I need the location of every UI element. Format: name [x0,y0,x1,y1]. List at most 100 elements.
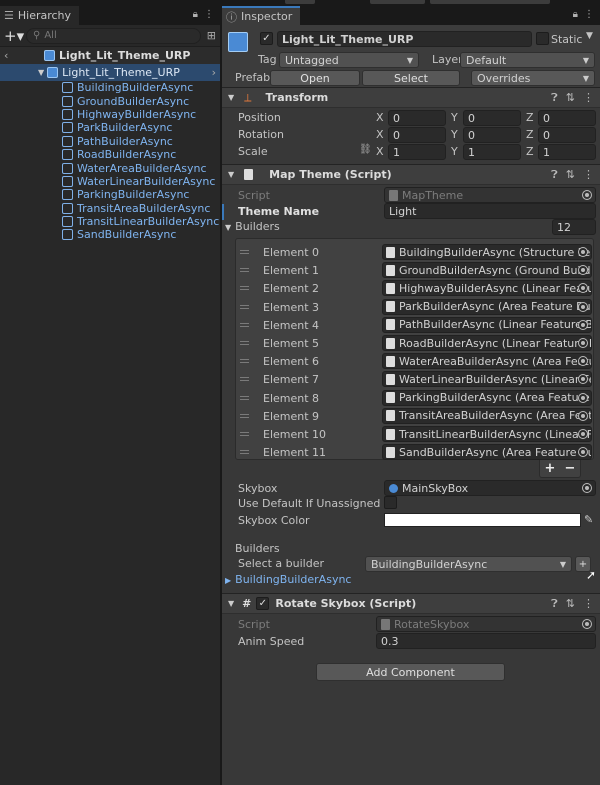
static-dropdown-icon[interactable]: ▼ [586,31,593,41]
element-object-field[interactable]: TransitAreaBuilderAsync (Area Feature Bu… [382,407,592,424]
help-icon[interactable]: ❓︎ [551,597,558,611]
drag-handle-icon[interactable] [240,432,249,436]
add-component-button[interactable]: Add Component [316,663,505,681]
drag-handle-icon[interactable] [240,395,249,400]
list-element-row[interactable]: Element 10 TransitLinearBuilderAsync (Lin… [236,425,593,443]
theme-name-field[interactable]: Light [384,203,596,219]
object-name-field[interactable]: Light_Lit_Theme_URP [277,31,532,47]
help-icon[interactable]: ❓︎ [551,168,558,182]
element-object-field[interactable]: RoadBuilderAsync (Linear Feature Builder… [382,335,592,351]
list-element-row[interactable]: Element 8 ParkingBuilderAsync (Area Featu… [236,389,593,407]
create-plus-icon[interactable]: +▾ [4,27,26,45]
prefab-open-button[interactable]: Open [270,70,360,86]
tab-hierarchy[interactable]: ☰ Hierarchy [0,6,80,25]
layer-dropdown[interactable]: Default ▼ [460,52,595,68]
list-element-row[interactable]: Element 7 WaterLinearBuilderAsync (Linear… [236,370,593,388]
drag-handle-icon[interactable] [240,413,249,418]
more-options-icon[interactable]: ⋮ [584,9,594,20]
builder-foldout[interactable]: ▶ BuildingBuilderAsync [225,573,351,586]
search-options-icon[interactable]: ⊞ [207,29,216,42]
drag-handle-icon[interactable] [240,341,249,345]
transform-y-field[interactable]: 0 [463,127,521,143]
hierarchy-item[interactable]: HighwayBuilderAsync [0,108,220,121]
foldout-arrow-icon[interactable]: ▼ [228,93,234,102]
transform-x-field[interactable]: 0 [388,127,446,143]
hierarchy-item[interactable]: SandBuilderAsync [0,228,220,241]
builders-size-field[interactable]: 12 [552,219,596,235]
use-default-checkbox[interactable] [384,496,397,509]
list-element-row[interactable]: Element 9 TransitAreaBuilderAsync (Area F… [236,407,593,425]
object-picker-icon[interactable] [578,247,588,257]
drag-handle-icon[interactable] [240,450,249,455]
expand-arrow-icon[interactable]: ▼ [38,68,44,77]
chevron-right-icon[interactable]: › [212,66,216,79]
help-icon[interactable]: ❓︎ [551,91,558,105]
hierarchy-search-input[interactable]: ⚲ All [26,27,201,44]
scene-header-row[interactable]: ‹ Light_Lit_Theme_URP [0,47,220,64]
more-options-icon[interactable]: ⋮ [583,91,594,105]
list-element-row[interactable]: Element 4 PathBuilderAsync (Linear Featur… [236,316,593,334]
list-element-row[interactable]: Element 5 RoadBuilderAsync (Linear Featur… [236,334,593,352]
drag-handle-icon[interactable] [240,377,249,382]
object-picker-icon[interactable] [578,301,588,312]
transform-y-field[interactable]: 0 [463,110,521,126]
preset-icon[interactable]: ⇅ [566,597,575,611]
toolbar-button[interactable] [370,0,425,4]
object-picker-icon[interactable] [578,410,588,421]
rotate-skybox-enabled-checkbox[interactable]: ✓ [256,597,270,610]
element-object-field[interactable]: ParkingBuilderAsync (Area Feature Builde… [382,389,592,406]
hierarchy-item[interactable]: WaterLinearBuilderAsync [0,175,220,188]
list-element-row[interactable]: Element 0 BuildingBuilderAsync (Structure… [236,243,593,261]
object-picker-icon[interactable] [582,483,592,493]
active-checkbox[interactable]: ✓ [260,32,273,45]
drag-handle-icon[interactable] [240,359,249,364]
tag-dropdown[interactable]: Untagged ▼ [279,52,419,68]
element-object-field[interactable]: PathBuilderAsync (Linear Feature Builder… [382,316,592,333]
hierarchy-item[interactable]: GroundBuilderAsync [0,94,220,108]
anim-speed-field[interactable]: 0.3 [376,633,596,649]
tab-inspector[interactable]: ⓘ Inspector [222,6,301,25]
more-options-icon[interactable]: ⋮ [583,168,594,182]
element-object-field[interactable]: TransitLinearBuilderAsync (Linear Featur… [382,426,592,442]
static-checkbox[interactable] [536,32,549,45]
link-scale-icon[interactable]: ⛓ [359,144,372,155]
lock-icon[interactable]: 🔒︎ [573,9,578,20]
transform-z-field[interactable]: 1 [538,144,596,160]
element-object-field[interactable]: BuildingBuilderAsync (Structure Feature … [382,244,592,260]
foldout-arrow-icon[interactable]: ▼ [228,599,234,608]
transform-x-field[interactable]: 1 [388,144,446,160]
list-element-row[interactable]: Element 6 WaterAreaBuilderAsync (Area Fea… [236,352,593,370]
preset-icon[interactable]: ⇅ [566,91,575,105]
hierarchy-item[interactable]: ParkBuilderAsync [0,121,220,134]
more-options-icon[interactable]: ⋮ [583,597,594,611]
map-theme-header[interactable]: ▼ Map Theme (Script) ❓︎ ⇅ ⋮ [222,164,600,185]
transform-header[interactable]: ▼ ⟂ Transform ❓︎ ⇅ ⋮ [222,87,600,108]
prefab-select-button[interactable]: Select [362,70,460,86]
transform-z-field[interactable]: 0 [538,110,596,126]
object-picker-icon[interactable] [578,392,588,403]
skybox-color-swatch[interactable] [384,513,581,527]
object-picker-icon[interactable] [578,429,588,439]
element-object-field[interactable]: SandBuilderAsync (Area Feature Builder A… [382,444,592,461]
transform-z-field[interactable]: 0 [538,127,596,143]
drag-handle-icon[interactable] [240,268,249,273]
eyedropper-icon[interactable]: ✎ [584,513,593,526]
skybox-field[interactable]: MainSkyBox [384,480,596,496]
builders-foldout[interactable]: ▼ Builders [225,220,280,233]
element-object-field[interactable]: WaterLinearBuilderAsync (Linear Feature … [382,371,592,388]
element-object-field[interactable]: GroundBuilderAsync (Ground Builder Async… [382,262,592,279]
remove-element-button[interactable]: − [565,461,576,476]
drag-handle-icon[interactable] [240,286,249,291]
element-object-field[interactable]: ParkBuilderAsync (Area Feature Builder A… [382,298,592,315]
list-element-row[interactable]: Element 3 ParkBuilderAsync (Area Feature … [236,298,593,316]
object-picker-icon[interactable] [578,319,588,330]
hierarchy-item[interactable]: ParkingBuilderAsync [0,188,220,201]
foldout-arrow-icon[interactable]: ▼ [228,170,234,179]
prefab-overrides-dropdown[interactable]: Overrides ▼ [471,70,595,86]
drag-handle-icon[interactable] [240,322,249,327]
lock-icon[interactable]: 🔒︎ [193,9,198,20]
list-element-row[interactable]: Element 2 HighwayBuilderAsync (Linear Fea… [236,279,593,297]
select-builder-dropdown[interactable]: BuildingBuilderAsync ▼ [365,556,572,572]
hierarchy-item[interactable]: BuildingBuilderAsync [0,81,220,94]
hierarchy-item[interactable]: PathBuilderAsync [0,135,220,148]
